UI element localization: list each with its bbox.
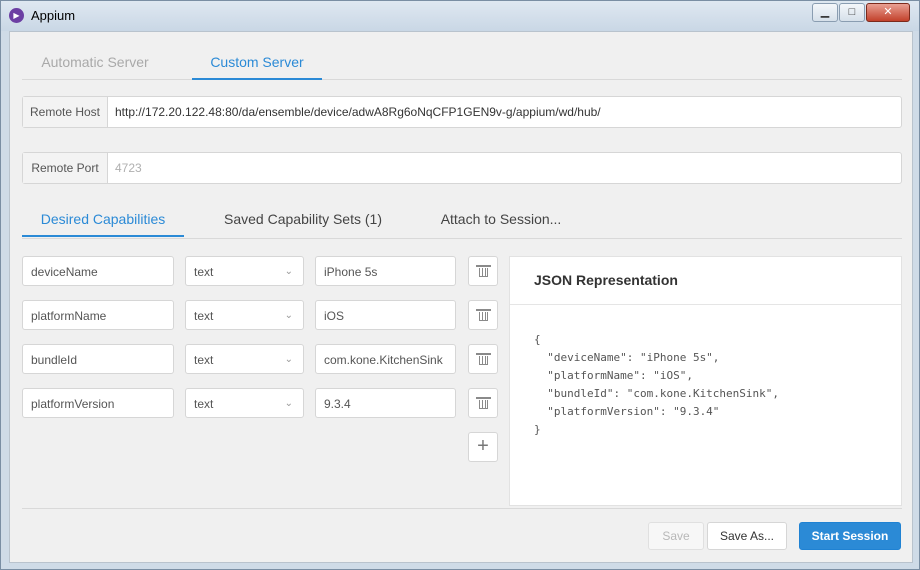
close-button[interactable]: ✕	[866, 3, 910, 22]
tab-saved-capability-sets[interactable]: Saved Capability Sets (1)	[218, 204, 388, 235]
capability-name-input[interactable]: deviceName	[22, 256, 174, 286]
trash-icon	[475, 353, 491, 365]
trash-icon	[475, 265, 491, 277]
server-tabs: Automatic Server Custom Server	[22, 47, 902, 80]
tab-custom-server[interactable]: Custom Server	[192, 47, 322, 80]
json-content: { "deviceName": "iPhone 5s", "platformNa…	[534, 333, 780, 436]
appium-logo-icon: ▶	[9, 8, 24, 23]
chevron-down-icon: ⌄	[284, 354, 293, 365]
tab-automatic-server[interactable]: Automatic Server	[22, 47, 168, 78]
tab-desired-capabilities[interactable]: Desired Capabilities	[22, 204, 184, 237]
capability-type-value: text	[194, 353, 214, 367]
remote-host-label: Remote Host	[23, 97, 108, 127]
title-bar[interactable]: ▶ Appium ▁ □ ✕	[1, 1, 919, 31]
remote-port-field[interactable]: Remote Port 4723	[22, 152, 902, 184]
capability-value-input[interactable]: com.kone.KitchenSink	[315, 344, 456, 374]
delete-capability-button[interactable]	[468, 388, 498, 418]
remote-host-field[interactable]: Remote Host http://172.20.122.48:80/da/e…	[22, 96, 902, 128]
capability-type-select[interactable]: text ⌄	[185, 256, 304, 286]
chevron-down-icon: ⌄	[284, 310, 293, 321]
remote-port-label: Remote Port	[23, 153, 108, 183]
capability-type-value: text	[194, 265, 214, 279]
capability-type-select[interactable]: text ⌄	[185, 388, 304, 418]
capability-value-input[interactable]: 9.3.4	[315, 388, 456, 418]
capability-tabs: Desired Capabilities Saved Capability Se…	[22, 204, 902, 239]
save-as-button[interactable]: Save As...	[707, 522, 787, 550]
capability-value-input[interactable]: iPhone 5s	[315, 256, 456, 286]
start-session-button[interactable]: Start Session	[799, 522, 901, 550]
capability-value-input[interactable]: iOS	[315, 300, 456, 330]
chevron-down-icon: ⌄	[284, 398, 293, 409]
json-panel-title: JSON Representation	[534, 272, 678, 288]
divider	[510, 304, 901, 305]
capability-type-value: text	[194, 309, 214, 323]
trash-icon	[475, 309, 491, 321]
chevron-down-icon: ⌄	[284, 266, 293, 277]
minimize-button[interactable]: ▁	[812, 3, 838, 22]
tab-attach-to-session[interactable]: Attach to Session...	[434, 204, 568, 235]
save-button[interactable]: Save	[648, 522, 704, 550]
capability-name-input[interactable]: platformVersion	[22, 388, 174, 418]
delete-capability-button[interactable]	[468, 256, 498, 286]
json-representation-panel: JSON Representation { "deviceName": "iPh…	[509, 256, 902, 506]
capability-type-select[interactable]: text ⌄	[185, 344, 304, 374]
remote-port-input[interactable]: 4723	[115, 153, 142, 183]
window-title: Appium	[31, 8, 76, 23]
capability-name-input[interactable]: bundleId	[22, 344, 174, 374]
add-capability-button[interactable]: +	[468, 432, 498, 462]
maximize-button[interactable]: □	[839, 3, 865, 22]
trash-icon	[475, 397, 491, 409]
delete-capability-button[interactable]	[468, 344, 498, 374]
capability-name-input[interactable]: platformName	[22, 300, 174, 330]
remote-host-input[interactable]: http://172.20.122.48:80/da/ensemble/devi…	[115, 97, 601, 127]
capability-type-select[interactable]: text ⌄	[185, 300, 304, 330]
app-window: ▶ Appium ▁ □ ✕ Automatic Server Custom S…	[0, 0, 920, 570]
capability-type-value: text	[194, 397, 214, 411]
session-config-panel: Automatic Server Custom Server Remote Ho…	[9, 31, 913, 563]
divider	[22, 508, 902, 509]
delete-capability-button[interactable]	[468, 300, 498, 330]
